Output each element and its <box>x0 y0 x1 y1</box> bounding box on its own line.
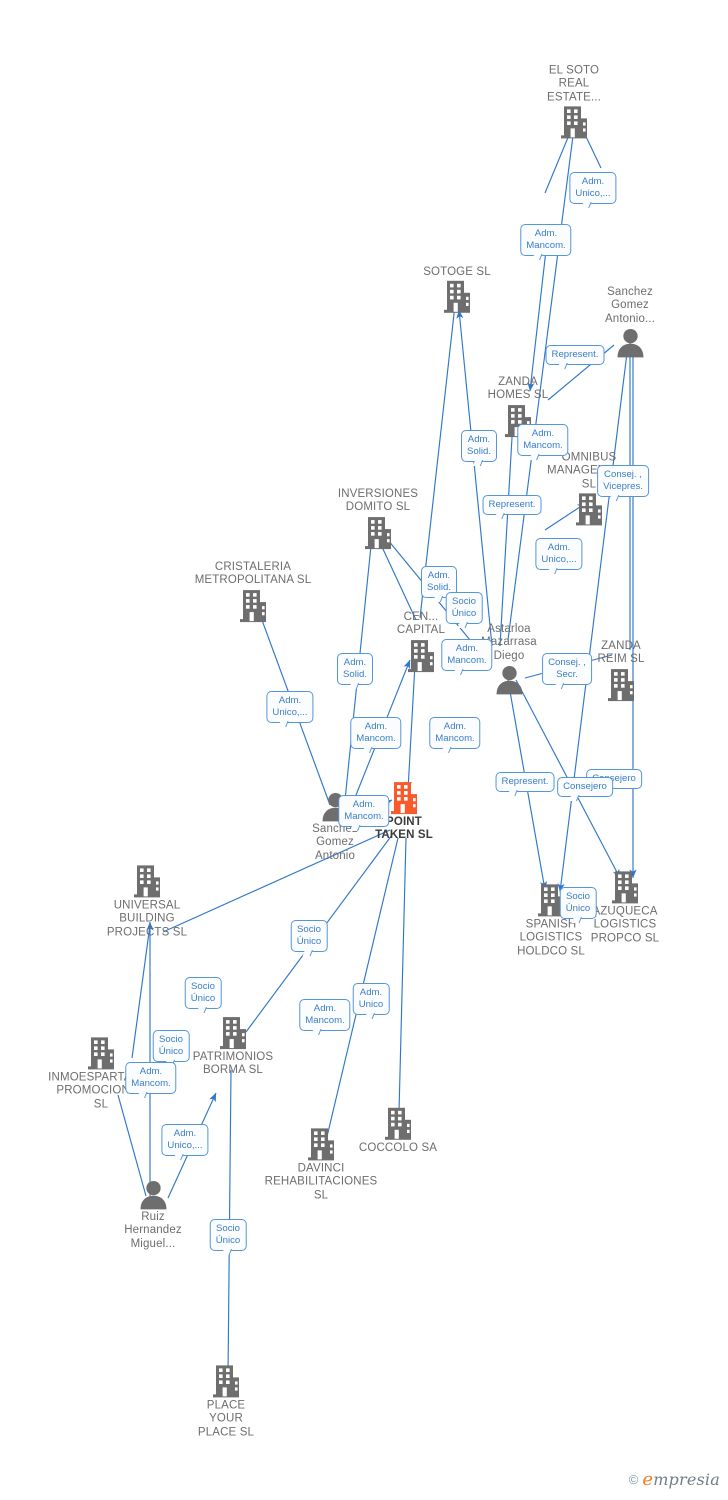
edge-label-chip[interactable]: Adm. Unico <box>352 983 390 1019</box>
brand-name: empresia <box>642 1469 720 1490</box>
relationship-graph: EL SOTO REAL ESTATE... SOTOGE SL Sanchez G… <box>0 0 728 1500</box>
edge-label-chip[interactable]: Socio Único <box>445 592 483 628</box>
person-icon <box>616 327 645 358</box>
edge-label-chip[interactable]: Consej. , Vicepres. <box>597 465 649 501</box>
edge-label-chip[interactable]: Represent. <box>545 345 605 369</box>
building-icon <box>363 516 393 550</box>
brand-initial: e <box>642 1469 654 1490</box>
graph-node-cristaleria[interactable]: CRISTALERIA METROPOLITANA SL <box>178 561 328 623</box>
building-icon <box>406 639 436 673</box>
building-icon <box>132 864 162 898</box>
edge-label-chip[interactable]: Adm. Mancom. <box>299 999 351 1035</box>
node-label: ZANDA REIM SL <box>597 640 645 666</box>
edge-label-chip[interactable]: Adm. Solid. <box>461 430 497 466</box>
building-icon <box>606 668 636 702</box>
edge-label-chip[interactable]: Consejero <box>557 777 613 801</box>
edge-label-chip[interactable]: Adm. Mancom. <box>441 639 493 675</box>
edge-label-chip[interactable]: Adm. Mancom. <box>520 224 572 260</box>
building-icon <box>211 1364 241 1398</box>
building-icon <box>86 1036 116 1070</box>
node-label: Ruiz Hernandez Miguel... <box>124 1210 182 1250</box>
graph-edge-sanchez_top-to-zandahomes <box>527 249 547 392</box>
edge-label-chip[interactable]: Adm. Mancom. <box>429 717 481 753</box>
node-label: PLACE YOUR PLACE SL <box>197 1399 255 1439</box>
node-label: Sanchez Gomez Antonio... <box>604 285 656 325</box>
edge-label-chip[interactable]: Adm. Mancom. <box>125 1062 177 1098</box>
node-label: ZANDA HOMES SL <box>487 376 549 402</box>
edge-label-chip[interactable]: Adm. Unico,... <box>535 538 583 574</box>
edge-label-chip[interactable]: Adm. Mancom. <box>338 795 390 831</box>
node-label: EL SOTO REAL ESTATE... <box>547 64 601 104</box>
building-icon <box>218 1016 248 1050</box>
graph-node-ruiz[interactable]: Ruiz Hernandez Miguel... <box>78 1179 228 1251</box>
edge-label-chip[interactable]: Adm. Unico,... <box>569 172 617 208</box>
edge-label-chip[interactable]: Adm. Mancom. <box>350 717 402 753</box>
graph-edge-pointtaken-to-coccolo <box>398 837 407 1113</box>
node-label: INVERSIONES DOMITO SL <box>337 488 419 514</box>
edge-label-chip[interactable]: Socio Único <box>209 1219 247 1255</box>
edge-label-chip[interactable]: Consej. , Secr. <box>542 653 592 689</box>
person-icon <box>139 1179 168 1210</box>
edge-label-chip[interactable]: Represent. <box>482 495 542 519</box>
edge-label-chip[interactable]: Socio Único <box>184 977 222 1013</box>
node-label: CRISTALERIA METROPOLITANA SL <box>194 561 312 587</box>
graph-node-domito[interactable]: INVERSIONES DOMITO SL <box>303 488 453 550</box>
graph-node-coccolo[interactable]: COCCOLO SA <box>323 1107 473 1155</box>
person-icon <box>495 664 524 695</box>
node-label: AZUQUECA LOGISTICS PROPCO SL <box>590 905 660 945</box>
edge-label-chip[interactable]: Adm. Unico,... <box>161 1124 209 1160</box>
graph-node-universal[interactable]: UNIVERSAL BUILDING PROJECTS SL <box>72 864 222 939</box>
graph-node-placeyour[interactable]: PLACE YOUR PLACE SL <box>151 1364 301 1439</box>
watermark: © empresia <box>629 1469 720 1490</box>
graph-node-elsoto[interactable]: EL SOTO REAL ESTATE... <box>499 64 649 139</box>
edge-label-chip[interactable]: Socio Único <box>290 920 328 956</box>
edge-label-chip[interactable]: Adm. Mancom. <box>517 424 569 460</box>
node-label: PATRIMONIOS BORMA SL <box>192 1051 274 1077</box>
building-icon <box>610 870 640 904</box>
building-icon <box>383 1107 413 1141</box>
graph-edge-cellcapital-to-pointtaken <box>404 663 416 791</box>
edge-label-chip[interactable]: Represent. <box>495 772 555 796</box>
building-icon <box>238 589 268 623</box>
node-label: COCCOLO SA <box>358 1141 438 1154</box>
graph-node-sotoge[interactable]: SOTOGE SL <box>382 266 532 314</box>
edge-label-chip[interactable]: Socio Único <box>559 887 597 923</box>
brand-suffix: mpresia <box>653 1470 720 1489</box>
node-label: DAVINCI REHABILITACIONES SL <box>264 1162 378 1202</box>
node-label: UNIVERSAL BUILDING PROJECTS SL <box>106 899 188 939</box>
building-icon <box>442 280 472 314</box>
copyright-icon: © <box>628 1472 639 1487</box>
building-icon <box>559 106 589 140</box>
building-icon <box>574 493 604 527</box>
edge-label-chip[interactable]: Socio Único <box>152 1030 190 1066</box>
node-label: SOTOGE SL <box>423 265 491 278</box>
edge-label-chip[interactable]: Adm. Unico,... <box>266 691 314 727</box>
edge-label-chip[interactable]: Adm. Solid. <box>337 653 373 689</box>
